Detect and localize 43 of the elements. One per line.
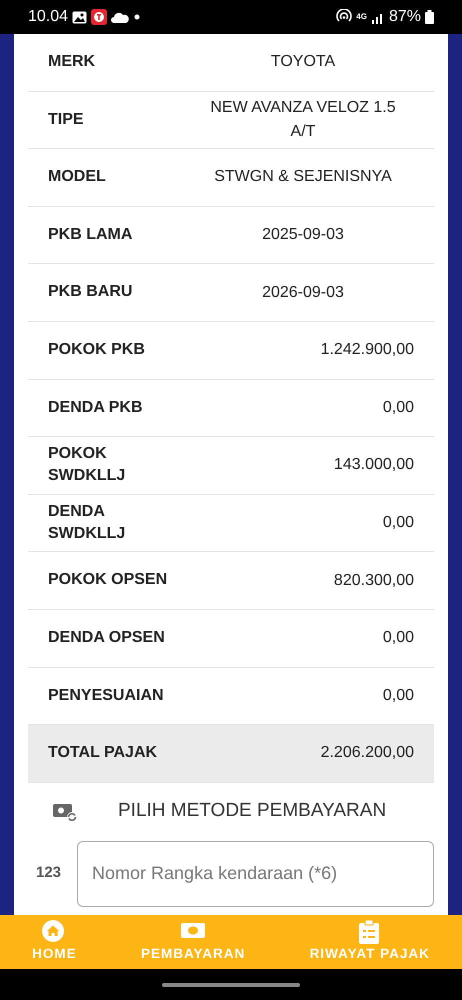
detail-value: 0,00 [382,513,414,534]
detail-label: MERK [48,52,96,72]
nav-tab[interactable]: RIWAYAT PAJAK [310,944,430,964]
nav-tab[interactable]: HOME [32,944,77,964]
detail-value: 2026-09-03 [262,282,344,303]
detail-value: 2.206.200,00 [320,743,414,764]
home-indicator[interactable] [162,982,300,986]
detail-value: 1.242.900,00 [320,340,414,360]
detail-label: DENDA PKB [48,398,144,418]
detail-label: PENYESUAIAN [48,686,165,706]
detail-value: 0,00 [382,398,414,418]
detail-label: TIPE [48,110,85,130]
detail-value: NEW AVANZA VELOZ 1.5 A/T [209,98,397,142]
detail-value: STWGN & SEJENISNYA [214,167,392,188]
detail-label: DENDA OPSEN [48,628,166,648]
detail-value: 820.300,00 [332,570,414,591]
detail-value: 2025-09-03 [262,225,344,246]
input-prefix: 123 [36,863,62,884]
detail-label: DENDA SWDKLLJ [48,502,126,544]
clipboard-list-icon [358,920,382,944]
app-icon [91,9,108,25]
detail-value: 0,00 [382,628,414,648]
detail-value: TOYOTA [270,52,336,72]
dot-icon [133,13,142,21]
detail-value: 143.000,00 [332,455,414,476]
payment-method-label[interactable]: PILIH METODE PEMBAYARAN [118,797,386,826]
home-icon [42,920,66,944]
cloud-icon [111,12,130,22]
frame-number-field[interactable]: Nomor Rangka kendaraan (*6) [77,840,434,907]
image-icon [72,10,88,24]
detail-label: PKB LAMA [48,224,134,245]
nav-tab[interactable]: PEMBAYARAN [140,944,246,964]
detail-label: TOTAL PAJAK [48,743,158,764]
detail-label: MODEL [48,167,107,188]
detail-value: 0,00 [382,686,414,706]
detail-label: PKB BARU [48,282,134,302]
network-label: 4G [356,11,367,23]
detail-label: POKOK OPSEN [48,570,168,590]
detail-label: POKOK PKB [48,340,146,360]
status-time: 10.04 [28,7,68,27]
detail-label: POKOK SWDKLLJ [48,444,126,486]
battery-icon [425,10,434,24]
battery-level: 87% [388,7,421,27]
